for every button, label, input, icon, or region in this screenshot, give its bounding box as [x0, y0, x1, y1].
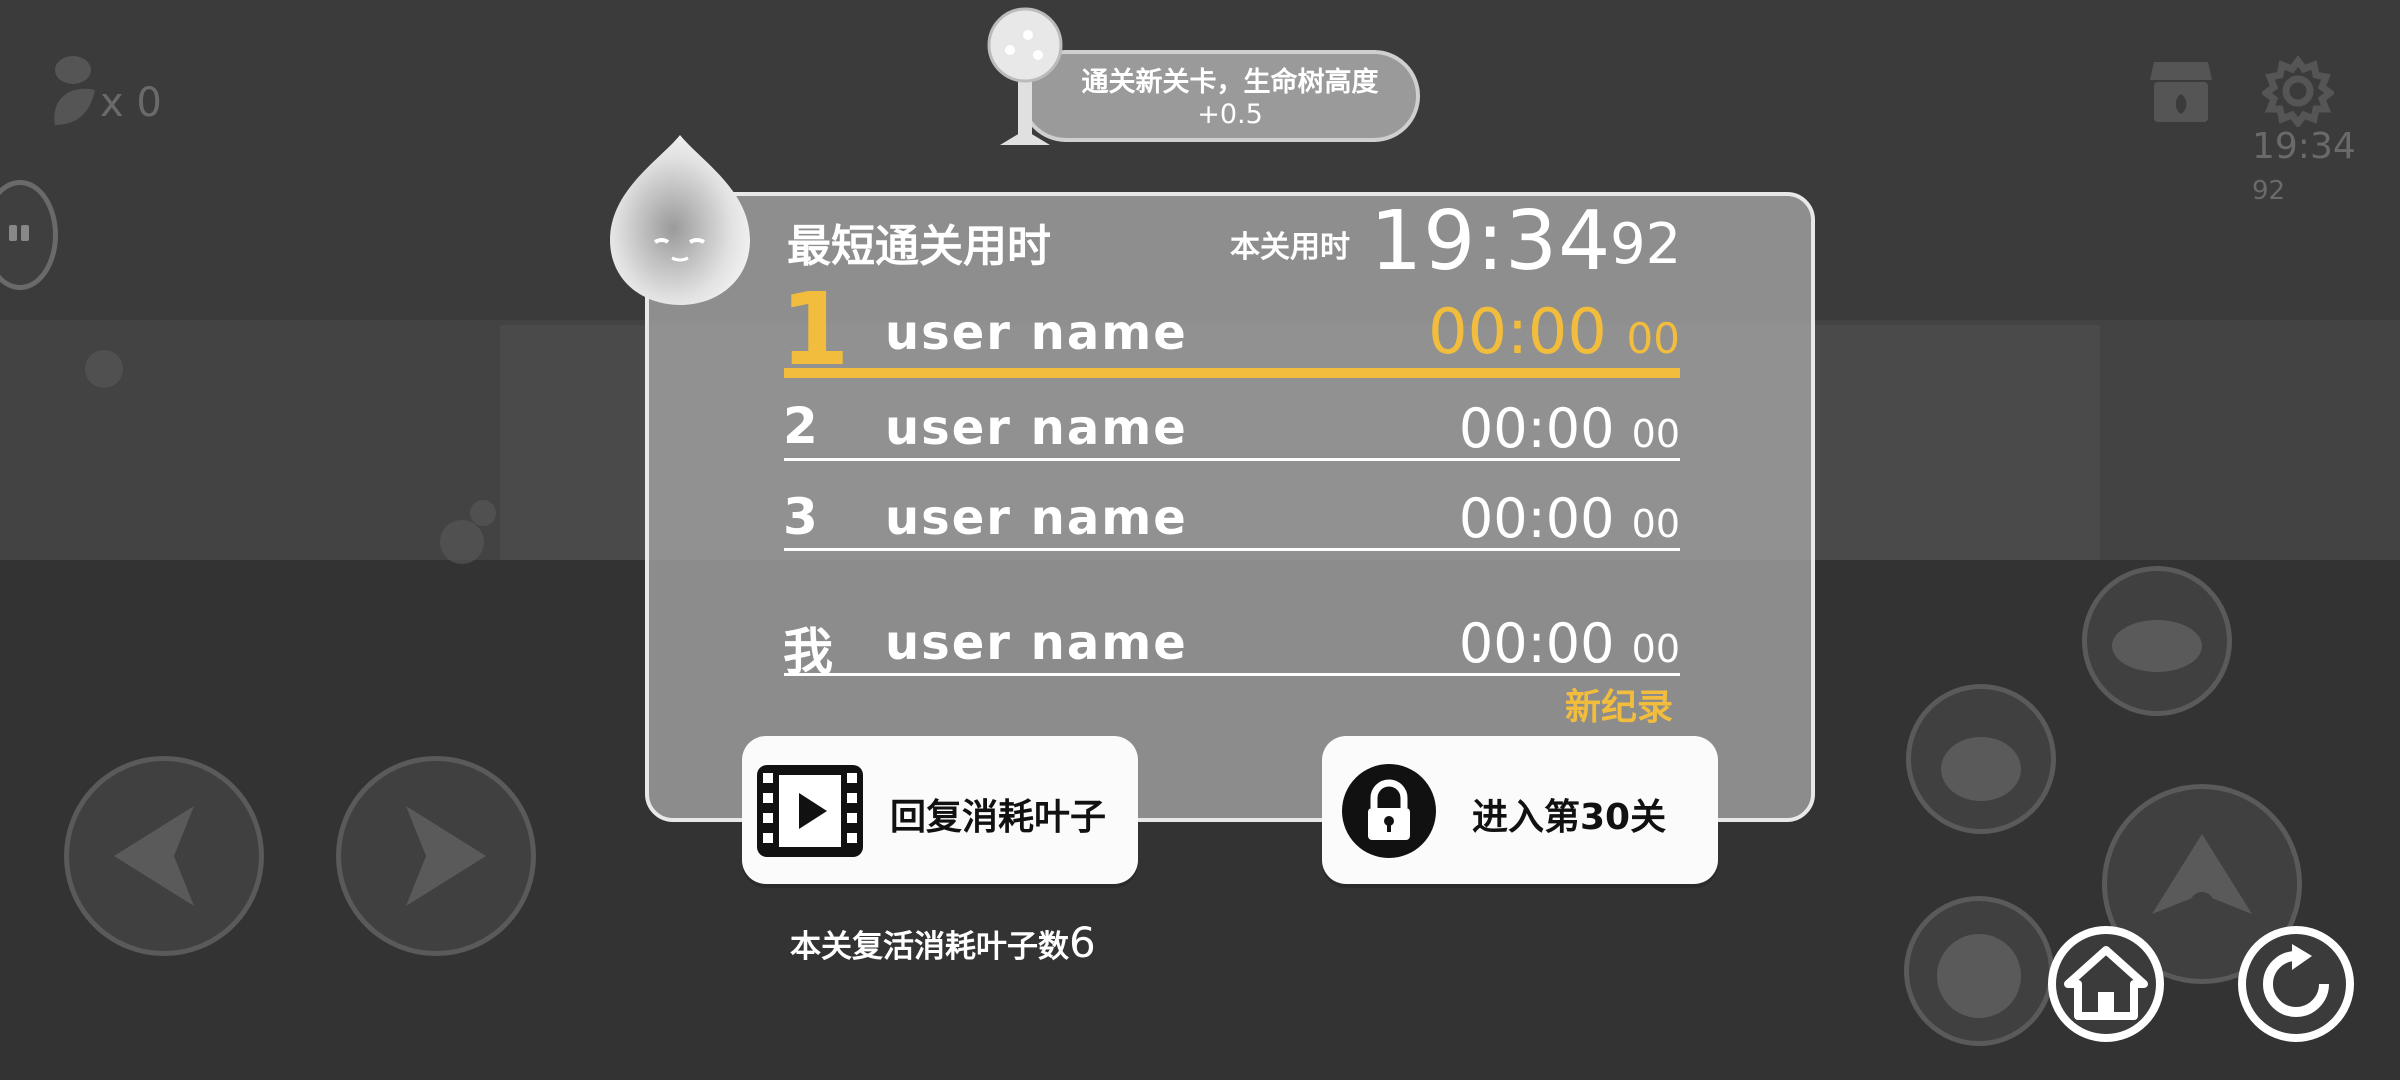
background-bubble — [85, 350, 123, 388]
skill-bubble-button[interactable] — [2082, 566, 2232, 716]
revive-cost-text: 本关复活消耗叶子数 — [790, 929, 1069, 965]
rank-3-time-sub: 00 — [1631, 502, 1680, 546]
right-arrow-icon — [394, 806, 486, 906]
current-time-label: 本关用时 — [1230, 230, 1350, 265]
rank-3-time: 00:00 00 — [1400, 487, 1680, 550]
my-time-sub: 00 — [1631, 627, 1680, 671]
rank-2: 2 — [783, 397, 818, 455]
rank-1-time-sub: 00 — [1626, 314, 1680, 363]
rank-1-time-main: 00:00 — [1428, 295, 1607, 368]
my-name: user name — [885, 615, 1188, 671]
rank-1: 1 — [780, 271, 850, 388]
rank-2-name: user name — [885, 400, 1188, 456]
chat-bubble-button[interactable] — [0, 180, 58, 290]
current-time-main: 19:34 — [1370, 194, 1612, 289]
my-underline — [784, 673, 1680, 676]
rank-2-underline — [784, 458, 1680, 461]
gear-icon[interactable] — [2262, 55, 2334, 127]
angry-blob-icon — [1937, 934, 2021, 1018]
blob-icon — [1941, 737, 2021, 801]
film-icon — [757, 765, 863, 857]
leaf-count: x 0 — [100, 80, 162, 126]
revive-leaves-label: 回复消耗叶子 — [890, 797, 1107, 838]
rank-1-time: 00:00 00 — [1400, 295, 1680, 368]
revive-cost-note: 本关复活消耗叶子数6 — [790, 918, 1096, 967]
move-right-button[interactable] — [336, 756, 536, 956]
hud-timer: 19:34 92 — [2252, 126, 2400, 208]
rank-2-time: 00:00 00 — [1400, 397, 1680, 460]
notification-line1: 通关新关卡，生命树高度 — [1081, 67, 1379, 98]
home-button[interactable] — [2046, 924, 2166, 1044]
background-bubble — [470, 500, 496, 526]
move-left-button[interactable] — [64, 756, 264, 956]
notification-line2: +0.5 — [1197, 99, 1263, 130]
hud-timer-sub: 92 — [2252, 176, 2286, 206]
rank-3-underline — [784, 548, 1680, 551]
rank-1-underline — [784, 368, 1680, 378]
next-level-label: 进入第30关 — [1472, 797, 1667, 838]
rank-2-time-main: 00:00 — [1458, 397, 1615, 460]
panel-title: 最短通关用时 — [787, 221, 1051, 272]
shop-icon[interactable] — [2150, 58, 2212, 122]
hud-timer-main: 19:34 — [2252, 126, 2356, 167]
skill-bubble-button[interactable] — [1904, 896, 2054, 1046]
blob-avatar — [610, 135, 750, 305]
revive-cost-count: 6 — [1069, 918, 1096, 967]
rank-2-time-sub: 00 — [1631, 412, 1680, 456]
left-arrow-icon — [114, 806, 206, 906]
chat-bubble-icon — [9, 225, 29, 241]
restart-button[interactable] — [2236, 924, 2356, 1044]
rank-3-name: user name — [885, 490, 1188, 546]
leaf-icon — [54, 56, 95, 125]
rank-1-name: user name — [885, 305, 1188, 361]
my-time: 00:00 00 — [1400, 612, 1680, 675]
lock-icon — [1342, 764, 1436, 858]
cloud-blob-icon — [2112, 620, 2202, 672]
background-bubble — [440, 520, 484, 564]
skill-bubble-button[interactable] — [1906, 684, 2056, 834]
rank-3-time-main: 00:00 — [1458, 487, 1615, 550]
my-time-main: 00:00 — [1458, 612, 1615, 675]
rank-3: 3 — [783, 488, 818, 546]
current-time-sub: 92 — [1610, 212, 1682, 277]
new-record-badge: 新纪录 — [1565, 687, 1674, 728]
